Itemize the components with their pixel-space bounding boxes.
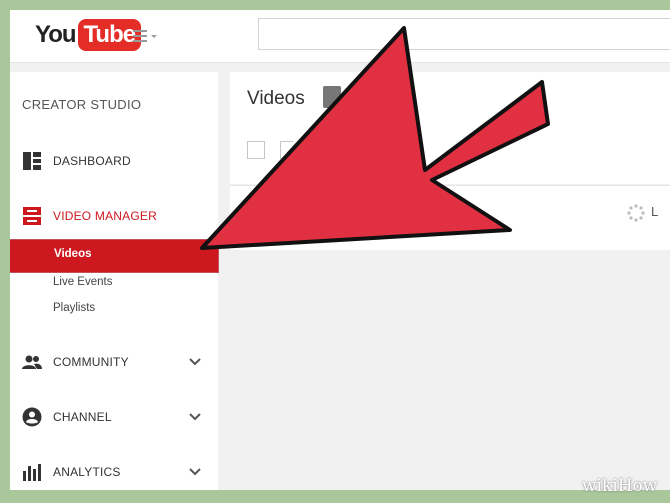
channel-icon bbox=[22, 407, 42, 427]
sidebar-item-community[interactable]: COMMUNITY bbox=[10, 347, 218, 377]
sidebar-item-channel[interactable]: CHANNEL bbox=[10, 402, 218, 432]
analytics-icon bbox=[23, 464, 41, 481]
sidebar-subitem-label: Videos bbox=[54, 248, 92, 260]
dashboard-icon bbox=[23, 152, 41, 170]
logo-tube-text: Tube bbox=[77, 19, 142, 51]
wikihow-watermark: wikiHow bbox=[582, 476, 658, 496]
sidebar-item-label: COMMUNITY bbox=[53, 355, 129, 369]
chevron-down-icon[interactable] bbox=[188, 465, 202, 479]
sidebar-item-label: CHANNEL bbox=[53, 410, 112, 424]
loading-spinner-icon bbox=[627, 204, 645, 222]
sidebar-subitem-live-events[interactable]: Live Events bbox=[10, 272, 218, 294]
sidebar-subitem-videos[interactable]: Videos bbox=[10, 239, 219, 273]
sidebar-item-label: ANALYTICS bbox=[53, 465, 121, 479]
sidebar-item-analytics[interactable]: ANALYTICS bbox=[10, 457, 218, 487]
page-title: Videos bbox=[247, 88, 305, 109]
sidebar-subitem-playlists[interactable]: Playlists bbox=[10, 298, 218, 320]
action-button[interactable] bbox=[280, 141, 293, 159]
chevron-down-icon[interactable] bbox=[188, 355, 202, 369]
video-list-loading-row: L bbox=[230, 185, 670, 250]
sidebar-item-video-manager[interactable]: VIDEO MANAGER bbox=[10, 201, 218, 231]
sidebar-subitem-label: Live Events bbox=[53, 276, 113, 288]
loading-text: L bbox=[651, 204, 659, 219]
chevron-down-icon[interactable] bbox=[188, 410, 202, 424]
sidebar-subitem-label: Playlists bbox=[53, 302, 96, 314]
sidebar: CREATOR STUDIO DASHBOARD VIDEO MANAGER V… bbox=[10, 72, 219, 490]
guide-menu-icon[interactable] bbox=[133, 28, 159, 44]
community-icon bbox=[22, 355, 42, 369]
logo-you-text: You bbox=[35, 21, 77, 48]
app-window: You Tube CREATOR STUDIO DASHBOARD VIDEO … bbox=[10, 10, 670, 490]
select-all-checkbox[interactable] bbox=[247, 141, 265, 159]
sidebar-item-label: DASHBOARD bbox=[53, 154, 131, 168]
video-count-badge bbox=[323, 86, 341, 108]
search-input[interactable] bbox=[258, 18, 670, 50]
sidebar-item-dashboard[interactable]: DASHBOARD bbox=[10, 146, 218, 176]
top-bar: You Tube bbox=[10, 10, 670, 63]
sidebar-item-label: VIDEO MANAGER bbox=[53, 209, 157, 223]
video-manager-icon bbox=[23, 207, 41, 225]
creator-studio-title: CREATOR STUDIO bbox=[22, 97, 142, 112]
youtube-logo[interactable]: You Tube bbox=[35, 18, 142, 52]
main-header: Videos bbox=[230, 72, 670, 184]
